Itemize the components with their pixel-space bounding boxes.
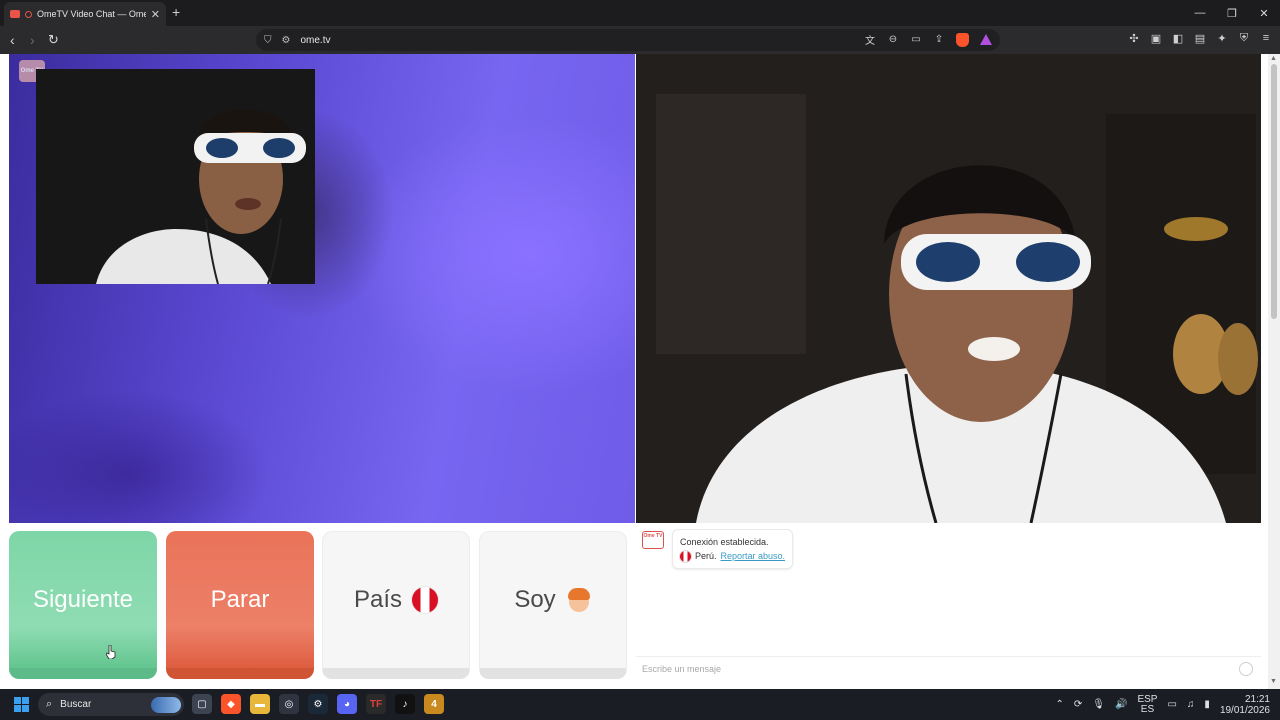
- ometv-favicon-icon: [10, 10, 20, 18]
- own-video-panel: Ome TV: [9, 54, 635, 523]
- speaker-icon[interactable]: ♫: [1187, 699, 1195, 710]
- self-camera-preview: [36, 69, 315, 284]
- peru-flag-small-icon: [680, 550, 691, 562]
- file-explorer-icon[interactable]: ▬: [250, 694, 270, 714]
- tab-search-icon[interactable]: ▣: [1150, 32, 1162, 45]
- tiktok-icon[interactable]: ♪: [395, 694, 415, 714]
- system-tray: ⌃ ⟳ 🎙 🔊 ESP ES ▭ ♫ ▮ 21:21 19/01/2026: [1056, 689, 1280, 720]
- scroll-up-icon[interactable]: ▲: [1270, 55, 1277, 62]
- chat-input-field[interactable]: Escribe un mensaje: [636, 656, 1261, 681]
- window-controls: — ❐ ✕: [1184, 0, 1280, 26]
- chat-ometv-logo: Ome TV: [642, 531, 664, 549]
- browser-tab-active[interactable]: OmeTV Video Chat — Omeg ✕: [4, 2, 166, 26]
- discord-icon[interactable]: ◕: [337, 694, 357, 714]
- steam-icon[interactable]: ⚙: [308, 694, 328, 714]
- network-icon[interactable]: ▭: [1167, 699, 1176, 710]
- clock-time: 21:21: [1244, 693, 1270, 705]
- next-button-label: Siguiente: [32, 585, 134, 613]
- chat-input-placeholder[interactable]: Escribe un mensaje: [642, 664, 721, 674]
- zoom-icon[interactable]: ⊖: [887, 34, 899, 45]
- clock-date: 19/01/2026: [1219, 704, 1270, 716]
- system-message-bubble: Conexión establecida. Perú. Reportar abu…: [672, 529, 794, 569]
- gender-button-label: Soy: [514, 586, 556, 613]
- stop-button[interactable]: Parar: [166, 531, 314, 679]
- recording-indicator-icon: [25, 10, 32, 18]
- page-scrollbar[interactable]: ▲ ▼: [1268, 54, 1280, 689]
- sync-icon[interactable]: ⟳: [1074, 699, 1082, 710]
- partner-country-text: Perú.: [695, 551, 717, 561]
- chat-panel: Ome TV Conexión establecida. Perú. Repor…: [636, 525, 1261, 689]
- taskbar-apps: ▢ ◆ ▬ ◎ ⚙ ◕ TF ♪ 4: [192, 694, 444, 714]
- leo-ai-icon[interactable]: ✦: [1216, 32, 1228, 45]
- search-icon: ⌕: [46, 698, 53, 710]
- emoji-icon[interactable]: [1239, 662, 1253, 676]
- windows-taskbar: ⌕ Buscar ▢ ◆ ▬ ◎ ⚙ ◕ TF ♪ 4 ⌃ ⟳ 🎙 🔊 ESP …: [0, 689, 1280, 720]
- partner-video-panel: [636, 54, 1261, 523]
- tf-app-icon[interactable]: TF: [366, 694, 386, 714]
- connection-status-text: Conexión establecida.: [680, 537, 769, 547]
- search-highlight-image: [151, 696, 181, 713]
- clock[interactable]: 21:21 19/01/2026: [1220, 694, 1270, 716]
- wallet-icon[interactable]: ▤: [1194, 32, 1206, 45]
- report-abuse-link[interactable]: Reportar abuso.: [721, 549, 786, 563]
- back-icon[interactable]: ‹: [10, 31, 15, 49]
- browser-tab-bar: OmeTV Video Chat — Omeg ✕ + — ❐ ✕: [0, 0, 1280, 26]
- minimize-icon[interactable]: —: [1184, 0, 1216, 26]
- next-button[interactable]: Siguiente: [9, 531, 157, 679]
- browser-toolbar: ‹ › ↻ ⛉ ⚙ ome.tv 文 ⊖ ▭ ⇪ ✣ ▣ ◧ ▤ ✦ ⛨ ≡: [0, 26, 1280, 54]
- boy-emoji-icon: [566, 587, 592, 613]
- bookmark-icon[interactable]: ⛉: [264, 35, 272, 46]
- sidebar-icon[interactable]: ◧: [1172, 32, 1184, 45]
- microphone-icon[interactable]: 🎙: [1092, 699, 1105, 710]
- restore-icon[interactable]: ❐: [1216, 0, 1248, 26]
- address-bar[interactable]: ⛉ ⚙ ome.tv 文 ⊖ ▭ ⇪: [256, 29, 1000, 51]
- task-view-icon[interactable]: ▢: [192, 694, 212, 714]
- partner-person-image: [636, 54, 1261, 523]
- new-tab-icon[interactable]: +: [172, 5, 180, 19]
- scroll-down-icon[interactable]: ▼: [1270, 678, 1277, 685]
- brave-shields-icon[interactable]: [956, 32, 969, 47]
- peru-flag-icon: [412, 587, 439, 613]
- brave-rewards-icon[interactable]: [980, 34, 992, 45]
- gender-select-button[interactable]: Soy: [479, 531, 627, 679]
- tray-overflow-icon[interactable]: ⌃: [1056, 699, 1064, 710]
- menu-icon[interactable]: ≡: [1260, 32, 1272, 45]
- close-window-icon[interactable]: ✕: [1248, 0, 1280, 26]
- ometv-page: Ome TV ▲ ▼ Siguiente Parar País Soy Ome …: [0, 54, 1280, 689]
- hand-cursor-icon: [106, 645, 116, 659]
- forward-icon[interactable]: ›: [30, 31, 35, 49]
- country-filter-button[interactable]: País: [322, 531, 470, 679]
- translate-icon[interactable]: 文: [864, 32, 876, 47]
- close-tab-icon[interactable]: ✕: [151, 8, 160, 21]
- extensions-icon[interactable]: ✣: [1128, 32, 1140, 45]
- windows-start-icon[interactable]: [14, 697, 29, 712]
- share-icon[interactable]: ⇪: [933, 34, 945, 45]
- self-camera-person-image: [36, 69, 315, 284]
- tab-title: OmeTV Video Chat — Omeg: [37, 9, 146, 19]
- chrome-app-icon[interactable]: ◎: [279, 694, 299, 714]
- language-indicator[interactable]: ESP ES: [1137, 694, 1157, 715]
- taskbar-search-label: Buscar: [60, 699, 92, 710]
- battery-icon[interactable]: ▮: [1204, 699, 1210, 710]
- scrollbar-thumb[interactable]: [1271, 64, 1277, 319]
- game-app-icon[interactable]: 4: [424, 694, 444, 714]
- taskbar-search-box[interactable]: ⌕ Buscar: [38, 693, 184, 716]
- brave-browser-icon[interactable]: ◆: [221, 694, 241, 714]
- volume-icon[interactable]: 🔊: [1115, 699, 1127, 710]
- extensions-area: ✣ ▣ ◧ ▤ ✦ ⛨ ≡: [1128, 32, 1272, 45]
- country-button-label: País: [353, 586, 403, 613]
- vpn-icon[interactable]: ⛨: [1238, 32, 1250, 45]
- reload-icon[interactable]: ↻: [48, 31, 59, 49]
- cast-icon[interactable]: ▭: [910, 34, 922, 45]
- language-bottom: ES: [1140, 703, 1155, 715]
- url-text[interactable]: ome.tv: [300, 35, 330, 46]
- site-info-icon[interactable]: ⚙: [282, 35, 291, 46]
- stop-button-label: Parar: [210, 585, 270, 613]
